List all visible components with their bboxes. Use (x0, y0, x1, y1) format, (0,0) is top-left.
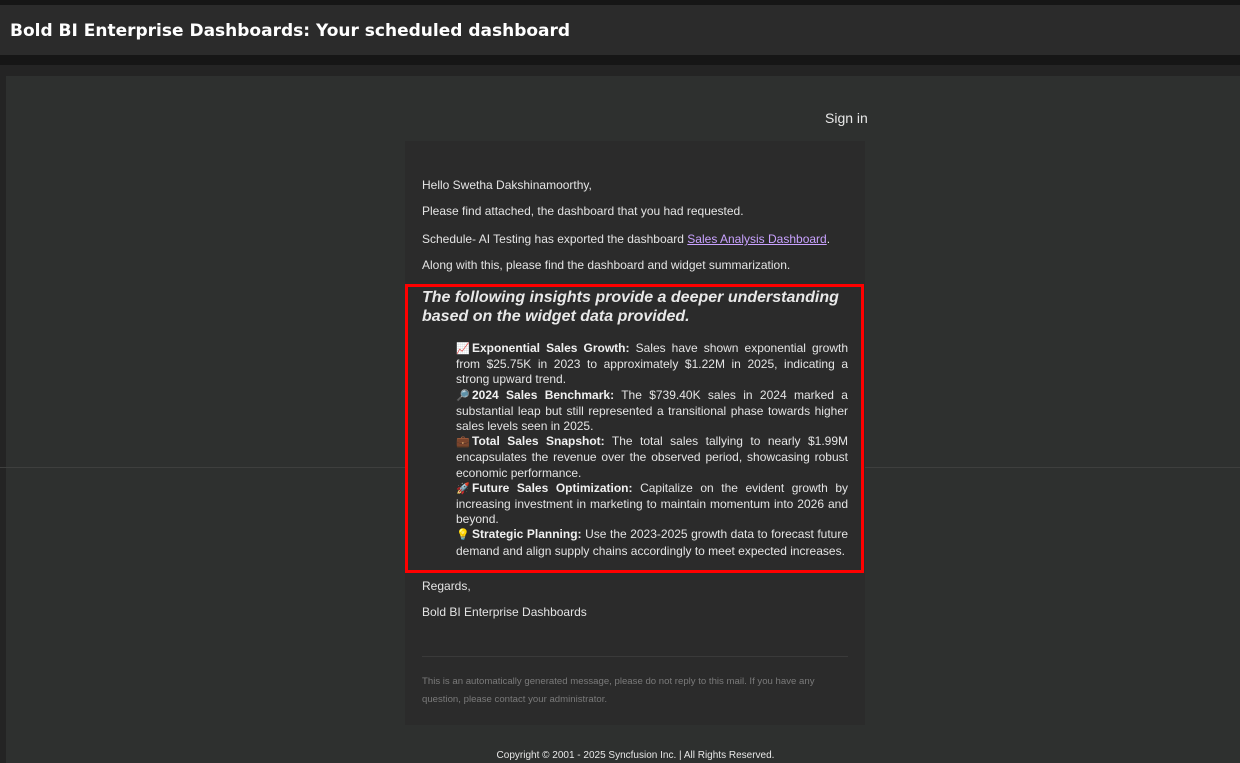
greeting-text: Hello Swetha Dakshinamoorthy, (422, 178, 592, 192)
footer-divider (422, 656, 848, 657)
regards-text: Regards, (422, 579, 471, 593)
email-subject-bar: Bold BI Enterprise Dashboards: Your sche… (0, 5, 1240, 55)
sales-analysis-dashboard-link[interactable]: Sales Analysis Dashboard (687, 232, 826, 246)
summarization-note-text: Along with this, please find the dashboa… (422, 258, 791, 272)
export-note-prefix: Schedule- AI Testing has exported the da… (422, 232, 688, 246)
sign-in-link[interactable]: Sign in (825, 110, 868, 126)
copyright-text: Copyright © 2001 - 2025 Syncfusion Inc. … (496, 750, 775, 761)
attachment-note-text: Please find attached, the dashboard that… (422, 204, 744, 218)
header-separator (0, 55, 1240, 65)
export-note-text: Schedule- AI Testing has exported the da… (422, 232, 830, 246)
auto-generated-note: This is an automatically generated messa… (422, 676, 815, 705)
insights-highlight-box (405, 284, 864, 573)
signature-text: Bold BI Enterprise Dashboards (422, 605, 587, 619)
export-note-suffix: . (826, 232, 831, 246)
email-subject-title: Bold BI Enterprise Dashboards: Your sche… (10, 21, 571, 41)
